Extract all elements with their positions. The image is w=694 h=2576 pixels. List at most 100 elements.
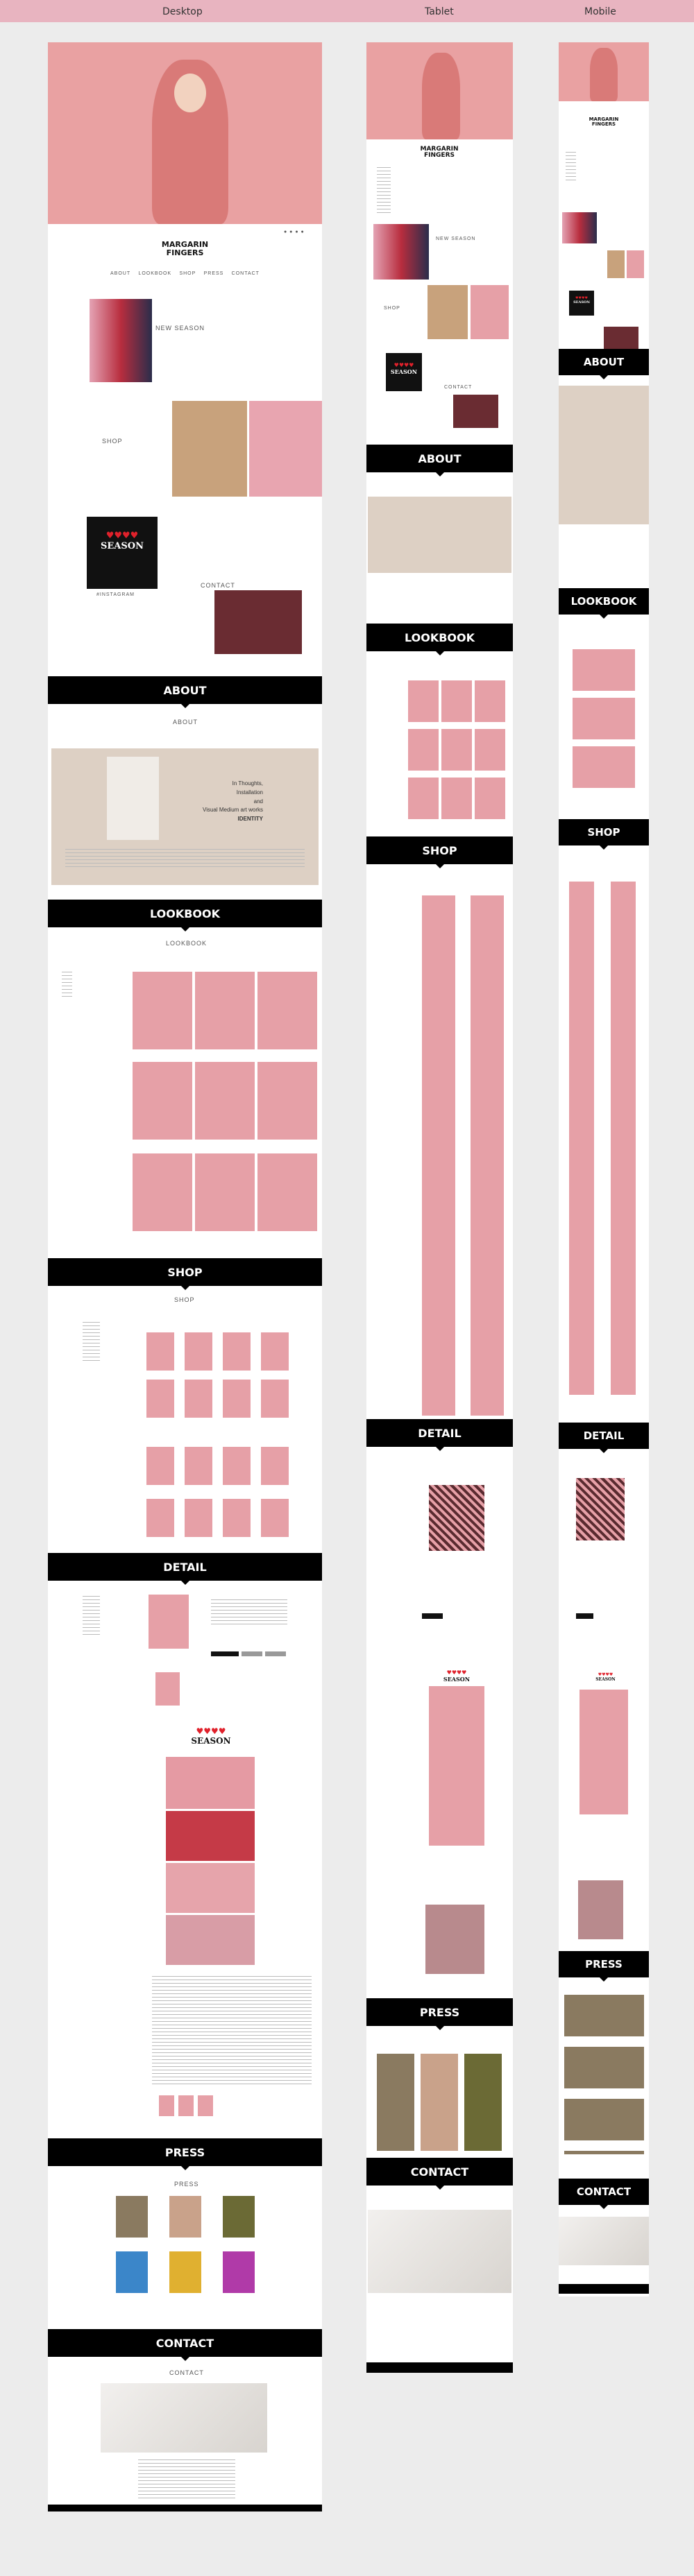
lookbook-item[interactable] [475, 680, 505, 722]
tablet-buy-button[interactable] [422, 1613, 443, 1619]
shop-category-menu[interactable] [83, 1322, 100, 1364]
shop-image-1[interactable] [172, 401, 247, 497]
lookbook-item[interactable] [257, 1153, 317, 1231]
tablet-nav[interactable] [377, 167, 391, 216]
tablet-logo[interactable]: MARGARIN FINGERS [408, 146, 471, 160]
lookbook-item[interactable] [133, 1062, 192, 1140]
press-cover[interactable] [169, 2251, 201, 2293]
shop-link[interactable]: SHOP [102, 438, 123, 445]
mobile-detail-season: ♥♥♥♥ SEASON [590, 1672, 621, 1685]
lookbook-item[interactable] [475, 778, 505, 819]
product-thumb[interactable] [146, 1332, 174, 1371]
press-cover[interactable] [116, 2196, 148, 2238]
mobile-detail-gallery [579, 1690, 628, 1814]
mobile-contact-image[interactable] [604, 327, 638, 352]
buy-button[interactable] [211, 1651, 239, 1656]
about-text: In Thoughts, Installation and Visual Medium… [203, 780, 263, 823]
product-thumb[interactable] [185, 1380, 212, 1418]
mobile-shop-image-1[interactable] [607, 250, 625, 278]
product-thumb[interactable] [223, 1380, 251, 1418]
tablet-new-season-image[interactable] [373, 224, 429, 280]
product-thumb[interactable] [146, 1447, 174, 1485]
product-thumb[interactable] [185, 1447, 212, 1485]
shop-image-2[interactable] [249, 401, 322, 497]
lookbook-item[interactable] [133, 1153, 192, 1231]
product-thumb[interactable] [146, 1380, 174, 1418]
product-thumb[interactable] [261, 1447, 289, 1485]
product-thumb[interactable] [185, 1332, 212, 1371]
product-thumb[interactable] [261, 1380, 289, 1418]
lookbook-item[interactable] [133, 972, 192, 1049]
lookbook-item[interactable] [195, 972, 255, 1049]
lookbook-section-bar: LOOKBOOK [48, 900, 322, 931]
tablet-shop-link[interactable]: SHOP [384, 306, 400, 311]
shop-section-bar: SHOP [48, 1258, 322, 1290]
mobile-buy-button[interactable] [576, 1613, 593, 1619]
tablet-about-card [368, 497, 511, 573]
about-card: In Thoughts, Installation and Visual Medium… [51, 748, 319, 885]
mobile-shop-image-2[interactable] [627, 250, 644, 278]
press-cover[interactable] [223, 2251, 255, 2293]
detail-product-image [149, 1595, 189, 1649]
tablet-shop-image-2[interactable] [471, 285, 509, 339]
product-thumb[interactable] [223, 1332, 251, 1371]
nav-shop[interactable]: SHOP [179, 271, 196, 276]
tablet-contact-link[interactable]: CONTACT [444, 385, 472, 390]
mobile-press-bar: PRESS [559, 1951, 649, 1982]
press-cover[interactable] [223, 2196, 255, 2238]
mobile-new-season-image[interactable] [562, 212, 597, 243]
contact-image[interactable] [214, 590, 302, 654]
nav-contact[interactable]: CONTACT [232, 271, 260, 276]
lookbook-item[interactable] [408, 680, 439, 722]
lookbook-item[interactable] [408, 778, 439, 819]
mobile-season-card[interactable]: ♥♥♥♥ SEASON [569, 291, 594, 316]
detail-category-menu[interactable] [83, 1596, 100, 1638]
season-card[interactable]: ♥♥♥♥ SEASON [87, 517, 158, 589]
product-thumb[interactable] [223, 1447, 251, 1485]
tablet-contact-image[interactable] [453, 395, 498, 428]
lookbook-item[interactable] [441, 729, 472, 771]
press-cover[interactable] [169, 2196, 201, 2238]
tablet-new-season-link[interactable]: NEW SEASON [436, 237, 475, 241]
product-thumb[interactable] [261, 1332, 289, 1371]
lookbook-item[interactable] [441, 778, 472, 819]
lookbook-item[interactable] [475, 729, 505, 771]
lookbook-menu[interactable] [62, 972, 72, 999]
mobile-shop-bar: SHOP [559, 819, 649, 850]
new-season-image[interactable] [90, 299, 152, 382]
nav-lookbook[interactable]: LOOKBOOK [138, 271, 171, 276]
new-season-link[interactable]: NEW SEASON [155, 325, 205, 332]
mobile-logo[interactable]: MARGARIN FINGERS [579, 117, 628, 128]
lookbook-item[interactable] [257, 972, 317, 1049]
tablet-shop-image-1[interactable] [428, 285, 468, 339]
tablet-season-card[interactable]: ♥♥♥♥ SEASON [386, 353, 422, 391]
site-logo[interactable]: MARGARIN FINGERS [152, 241, 218, 257]
lookbook-item[interactable] [441, 680, 472, 722]
tablet-contact-bar: CONTACT [366, 2158, 513, 2190]
detail-thumb[interactable] [155, 1672, 180, 1706]
instagram-link[interactable]: #INSTAGRAM [96, 592, 135, 597]
tablet-detail-gallery [429, 1686, 484, 1846]
related-thumb[interactable] [159, 2095, 174, 2116]
tablet-shop-bar: SHOP [366, 836, 513, 868]
lookbook-item[interactable] [408, 729, 439, 771]
wish-button[interactable] [265, 1651, 286, 1656]
related-thumb[interactable] [198, 2095, 213, 2116]
lookbook-item[interactable] [257, 1062, 317, 1140]
contact-link[interactable]: CONTACT [201, 582, 235, 589]
nav-about[interactable]: ABOUT [110, 271, 130, 276]
lookbook-item[interactable] [195, 1062, 255, 1140]
press-cover[interactable] [116, 2251, 148, 2293]
top-links[interactable]: ● ● ● ● [284, 230, 305, 234]
cart-button[interactable] [242, 1651, 262, 1656]
lookbook-item[interactable] [195, 1153, 255, 1231]
product-thumb[interactable] [223, 1499, 251, 1537]
product-thumb[interactable] [146, 1499, 174, 1537]
product-thumb[interactable] [185, 1499, 212, 1537]
product-thumb[interactable] [261, 1499, 289, 1537]
related-thumb[interactable] [178, 2095, 194, 2116]
mobile-nav[interactable] [566, 152, 576, 183]
nav-press[interactable]: PRESS [204, 271, 224, 276]
mobile-label: Mobile [584, 6, 616, 17]
logo-line2: FINGERS [166, 248, 204, 257]
